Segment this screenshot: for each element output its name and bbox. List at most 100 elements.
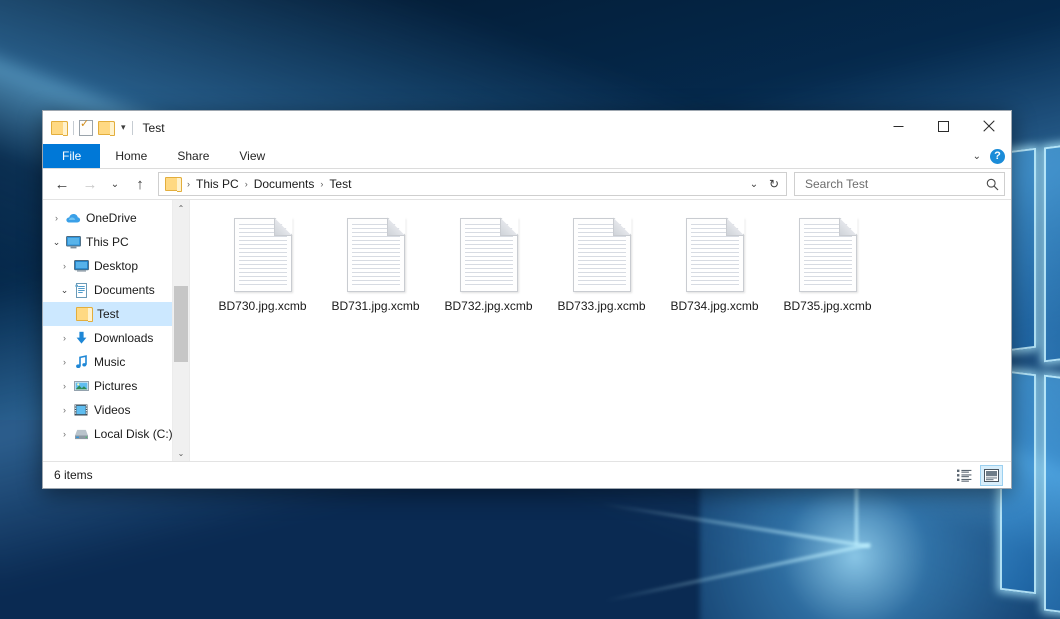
refresh-icon[interactable]: ↻	[764, 174, 784, 194]
breadcrumb-folder-icon[interactable]	[165, 177, 182, 191]
tab-file[interactable]: File	[43, 144, 100, 168]
large-icons-view-icon	[984, 469, 999, 482]
file-explorer-window: ▾ Test File Hom	[42, 110, 1012, 489]
breadcrumb-item-test[interactable]: Test	[326, 177, 354, 191]
breadcrumb-item-documents[interactable]: Documents	[251, 177, 318, 191]
expander-icon[interactable]: ›	[57, 381, 72, 391]
properties-icon[interactable]	[79, 120, 93, 136]
file-name-label: BD735.jpg.xcmb	[783, 299, 871, 314]
list-item[interactable]: BD734.jpg.xcmb	[658, 214, 771, 314]
sidebar-item-downloads[interactable]: › Downloads	[43, 326, 189, 350]
quick-access-toolbar[interactable]: ▾	[51, 120, 133, 136]
videos-icon	[72, 404, 90, 416]
sidebar-item-onedrive[interactable]: › OneDrive	[43, 206, 189, 230]
search-icon[interactable]	[986, 178, 999, 191]
sidebar-item-desktop[interactable]: › Desktop	[43, 254, 189, 278]
search-input[interactable]	[803, 176, 986, 192]
sidebar-item-pictures[interactable]: › Pictures	[43, 374, 189, 398]
navigation-pane: › OneDrive ⌄	[43, 200, 190, 461]
address-bar-row: ← → ⌄ ↑ › This PC › Documents › Test ⌄ ↻	[43, 169, 1011, 199]
tab-view[interactable]: View	[224, 144, 280, 168]
list-item[interactable]: BD735.jpg.xcmb	[771, 214, 884, 314]
file-name-label: BD730.jpg.xcmb	[218, 299, 306, 314]
generic-document-icon	[234, 218, 292, 292]
desktop-icon	[72, 260, 90, 272]
toolbar-separator-2	[132, 121, 133, 135]
recent-locations-button[interactable]: ⌄	[105, 172, 125, 196]
expander-icon[interactable]: ›	[57, 357, 72, 367]
sidebar-item-documents[interactable]: ⌄ Documents	[43, 278, 189, 302]
list-item[interactable]: BD733.jpg.xcmb	[545, 214, 658, 314]
maximize-button[interactable]	[921, 111, 966, 141]
breadcrumb-separator-1: ›	[243, 179, 250, 189]
sidebar-item-videos[interactable]: ›	[43, 398, 189, 422]
generic-document-icon	[347, 218, 405, 292]
folder-icon[interactable]	[51, 121, 68, 135]
navigation-tree: › OneDrive ⌄	[43, 200, 189, 446]
item-count-label: 6 items	[54, 468, 953, 482]
sidebar-item-label: Desktop	[94, 259, 138, 273]
expander-icon[interactable]: ›	[57, 429, 72, 439]
sidebar-item-label: Local Disk (C:)	[94, 427, 173, 441]
scroll-up-icon[interactable]: ⌃	[173, 200, 189, 216]
scroll-down-icon[interactable]: ⌄	[173, 445, 189, 461]
sidebar-item-music[interactable]: › Music	[43, 350, 189, 374]
sidebar-item-local-disk-c[interactable]: › Local Disk (C:)	[43, 422, 189, 446]
window-controls	[876, 111, 1011, 141]
sidebar-item-label: Music	[94, 355, 125, 369]
download-icon	[72, 331, 90, 345]
monitor-icon	[64, 236, 82, 249]
breadcrumb-separator-0: ›	[185, 179, 192, 189]
expander-icon[interactable]: ›	[57, 261, 72, 271]
toolbar-separator	[73, 121, 74, 135]
sidebar-item-test[interactable]: Test	[43, 302, 189, 326]
search-box[interactable]	[794, 172, 1005, 196]
breadcrumb-item-this-pc[interactable]: This PC	[193, 177, 242, 191]
file-name-label: BD731.jpg.xcmb	[331, 299, 419, 314]
minimize-icon	[893, 121, 904, 132]
list-item[interactable]: BD730.jpg.xcmb	[206, 214, 319, 314]
sidebar-item-label: Videos	[94, 403, 130, 417]
navigation-scrollbar[interactable]: ⌃ ⌄	[172, 200, 189, 461]
cloud-icon	[64, 212, 82, 224]
pictures-icon	[72, 380, 90, 392]
address-bar[interactable]: › This PC › Documents › Test ⌄ ↻	[158, 172, 787, 196]
up-button[interactable]: ↑	[127, 172, 153, 196]
explorer-body: › OneDrive ⌄	[43, 199, 1011, 461]
generic-document-icon	[686, 218, 744, 292]
close-button[interactable]	[966, 111, 1011, 141]
breadcrumb: › This PC › Documents › Test	[164, 177, 744, 191]
windows-logo-pane-top-right	[1044, 133, 1060, 363]
expander-icon[interactable]: ⌄	[49, 237, 64, 248]
scrollbar-thumb[interactable]	[174, 286, 188, 362]
details-view-button[interactable]	[953, 465, 976, 486]
expander-icon[interactable]: ⌄	[57, 285, 72, 296]
list-item[interactable]: BD731.jpg.xcmb	[319, 214, 432, 314]
sidebar-item-this-pc[interactable]: ⌄ This PC	[43, 230, 189, 254]
back-button[interactable]: ←	[49, 172, 75, 196]
large-icons-view-button[interactable]	[980, 465, 1003, 486]
tab-home[interactable]: Home	[100, 144, 162, 168]
chevron-down-icon[interactable]: ⌄	[973, 151, 981, 162]
close-icon	[983, 120, 995, 132]
expander-icon[interactable]: ›	[57, 405, 72, 415]
minimize-button[interactable]	[876, 111, 921, 141]
expander-icon[interactable]: ›	[57, 333, 72, 343]
file-list-view[interactable]: BD730.jpg.xcmb BD731.jpg.xcmb	[190, 200, 1011, 461]
tab-share[interactable]: Share	[162, 144, 224, 168]
view-mode-buttons	[953, 465, 1003, 486]
sidebar-item-label: This PC	[86, 235, 129, 249]
new-folder-icon[interactable]	[98, 121, 115, 135]
address-dropdown-icon[interactable]: ⌄	[744, 174, 764, 194]
expander-icon[interactable]: ›	[49, 213, 64, 223]
help-icon[interactable]: ?	[990, 149, 1005, 164]
documents-icon	[72, 283, 90, 298]
sidebar-item-label: Documents	[94, 283, 155, 297]
title-bar: ▾ Test	[43, 111, 1011, 144]
file-name-label: BD732.jpg.xcmb	[444, 299, 532, 314]
ribbon-right-controls: ⌄ ?	[973, 144, 1005, 168]
folder-icon	[75, 307, 93, 321]
customize-chevron-icon[interactable]: ▾	[120, 123, 127, 132]
sidebar-item-label: Pictures	[94, 379, 137, 393]
list-item[interactable]: BD732.jpg.xcmb	[432, 214, 545, 314]
